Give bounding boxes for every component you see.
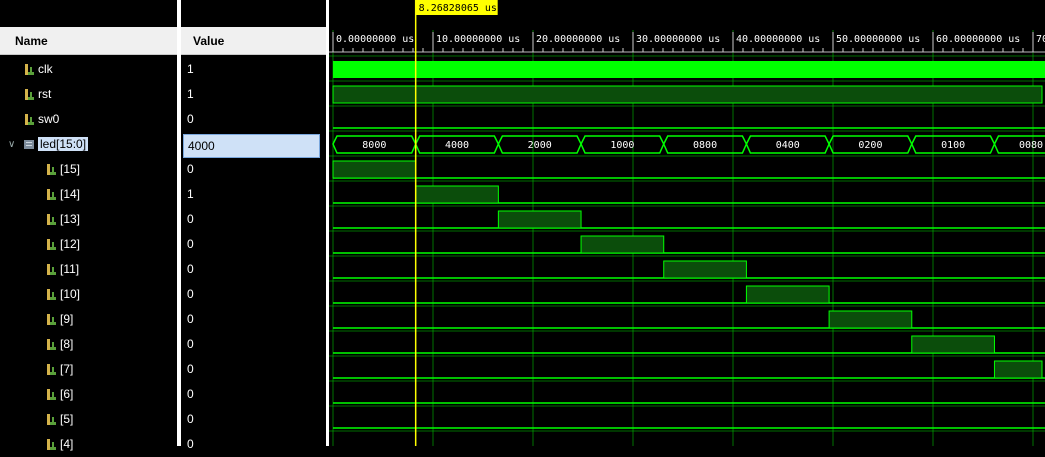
rst-wave bbox=[332, 85, 1043, 104]
bit-high-pulse bbox=[911, 335, 995, 354]
time-tick-label: 30.00000000 us bbox=[636, 34, 720, 45]
bit-signal-icon bbox=[24, 112, 38, 126]
bus-value-label: 8000 bbox=[362, 140, 386, 151]
signal-row-15[interactable]: [15] bbox=[46, 157, 80, 182]
signal-row-led150[interactable]: ∨ led[15:0] bbox=[8, 132, 89, 157]
expand-chevron-icon[interactable]: ∨ bbox=[8, 132, 15, 157]
signal-name-label: led[15:0] bbox=[38, 137, 89, 151]
signal-value: 0 bbox=[187, 412, 194, 426]
signal-value: 0 bbox=[187, 387, 194, 401]
signal-value: 1 bbox=[187, 87, 194, 101]
value-column-header[interactable]: Value bbox=[181, 27, 326, 55]
bus-signal-icon bbox=[24, 137, 38, 151]
signal-value: 0 bbox=[187, 212, 194, 226]
bit-signal-icon bbox=[24, 87, 38, 101]
bit-signal-icon bbox=[46, 262, 60, 276]
time-tick-label: 0.00000000 us bbox=[336, 34, 414, 45]
bit-signal-icon bbox=[46, 237, 60, 251]
signal-name-label: [15] bbox=[60, 162, 81, 176]
signal-name-label: rst bbox=[38, 87, 52, 101]
signal-name-label: clk bbox=[38, 62, 53, 76]
signal-value: 0 bbox=[187, 312, 194, 326]
signal-values-panel: Value bbox=[181, 0, 326, 446]
bit-signal-icon bbox=[46, 212, 60, 226]
bit-signal-icon bbox=[46, 162, 60, 176]
time-tick-label: 70 bbox=[1036, 34, 1045, 45]
signal-value: 0 bbox=[187, 437, 194, 451]
bit-high-pulse bbox=[993, 360, 1043, 379]
signal-name-label: [4] bbox=[60, 437, 74, 451]
bus-value-label: 1000 bbox=[610, 140, 634, 151]
signal-value: 1 bbox=[187, 187, 194, 201]
bit-signal-icon bbox=[46, 437, 60, 451]
signal-value: 0 bbox=[187, 337, 194, 351]
signal-row-7[interactable]: [7] bbox=[46, 357, 73, 382]
signal-value: 0 bbox=[187, 262, 194, 276]
time-tick-label: 20.00000000 us bbox=[536, 34, 620, 45]
bus-value-label: 0800 bbox=[693, 140, 717, 151]
bit-high-pulse bbox=[580, 235, 665, 254]
bus-value-label: 4000 bbox=[445, 140, 469, 151]
cursor-time-label: 8.26828065 us bbox=[419, 3, 497, 14]
signal-value: 0 bbox=[187, 287, 194, 301]
signal-row-13[interactable]: [13] bbox=[46, 207, 80, 232]
signal-row-8[interactable]: [8] bbox=[46, 332, 73, 357]
signal-row-rst[interactable]: rst bbox=[24, 82, 51, 107]
signal-row-12[interactable]: [12] bbox=[46, 232, 80, 257]
signal-name-label: [7] bbox=[60, 362, 74, 376]
bit-signal-icon bbox=[46, 412, 60, 426]
signal-name-label: [13] bbox=[60, 212, 81, 226]
bus-value-label: 0080 bbox=[1019, 140, 1043, 151]
signal-row-11[interactable]: [11] bbox=[46, 257, 79, 282]
signal-name-label: [9] bbox=[60, 312, 74, 326]
signal-name-label: [5] bbox=[60, 412, 74, 426]
time-tick-label: 60.00000000 us bbox=[936, 34, 1020, 45]
signal-value: 4000 bbox=[183, 134, 320, 158]
signal-row-4[interactable]: [4] bbox=[46, 432, 73, 457]
signal-name-label: [8] bbox=[60, 337, 74, 351]
signal-row-6[interactable]: [6] bbox=[46, 382, 73, 407]
signal-value: 0 bbox=[187, 162, 194, 176]
signal-name-label: [10] bbox=[60, 287, 81, 301]
bus-value-label: 2000 bbox=[528, 140, 552, 151]
bus-value-label: 0400 bbox=[776, 140, 800, 151]
bit-high-pulse bbox=[745, 285, 830, 304]
bit-signal-icon bbox=[46, 337, 60, 351]
time-tick-label: 10.00000000 us bbox=[436, 34, 520, 45]
time-tick-label: 50.00000000 us bbox=[836, 34, 920, 45]
signal-name-label: [12] bbox=[60, 237, 81, 251]
bit-signal-icon bbox=[46, 362, 60, 376]
bit-signal-icon bbox=[24, 62, 38, 76]
signal-row-clk[interactable]: clk bbox=[24, 57, 53, 82]
signal-row-sw0[interactable]: sw0 bbox=[24, 107, 59, 132]
signal-value: 0 bbox=[187, 362, 194, 376]
time-tick-label: 40.00000000 us bbox=[736, 34, 820, 45]
bit-signal-icon bbox=[46, 187, 60, 201]
bit-high-pulse bbox=[332, 160, 417, 179]
bit-signal-icon bbox=[46, 312, 60, 326]
bit-signal-icon bbox=[46, 287, 60, 301]
signal-value: 0 bbox=[187, 112, 194, 126]
signal-value: 1 bbox=[187, 62, 194, 76]
bus-value-label: 0200 bbox=[858, 140, 882, 151]
signal-name-label: [11] bbox=[60, 262, 80, 276]
signal-row-10[interactable]: [10] bbox=[46, 282, 80, 307]
waveform-canvas[interactable]: 0.00000000 us 10.00000000 us 20.00000000 u… bbox=[329, 0, 1045, 446]
bit-high-pulse bbox=[415, 185, 499, 204]
bit-signal-icon bbox=[46, 387, 60, 401]
signal-name-label: [14] bbox=[60, 187, 81, 201]
bit-high-pulse bbox=[497, 210, 582, 229]
bus-value-label: 0100 bbox=[941, 140, 965, 151]
bit-high-pulse bbox=[663, 260, 747, 279]
signal-name-label: sw0 bbox=[38, 112, 60, 126]
clk-wave bbox=[333, 61, 1045, 78]
bit-high-pulse bbox=[828, 310, 913, 329]
signal-row-14[interactable]: [14] bbox=[46, 182, 80, 207]
signal-row-5[interactable]: [5] bbox=[46, 407, 73, 432]
signal-name-label: [6] bbox=[60, 387, 74, 401]
name-column-header[interactable]: Name bbox=[0, 27, 177, 55]
signal-value: 0 bbox=[187, 237, 194, 251]
signal-row-9[interactable]: [9] bbox=[46, 307, 73, 332]
